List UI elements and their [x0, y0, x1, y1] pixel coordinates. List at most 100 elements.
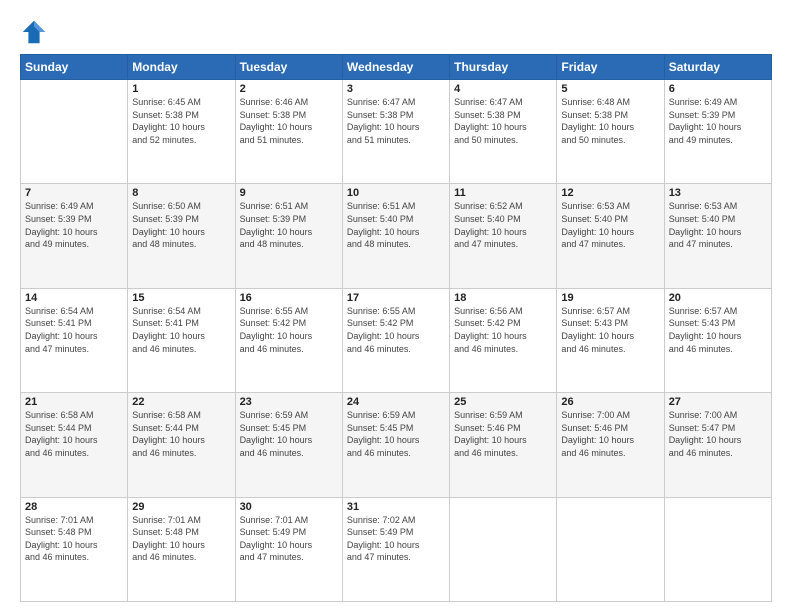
day-number: 13 — [669, 187, 767, 199]
day-info: Sunrise: 6:58 AM Sunset: 5:44 PM Dayligh… — [132, 409, 230, 459]
calendar-cell: 11Sunrise: 6:52 AM Sunset: 5:40 PM Dayli… — [450, 184, 557, 288]
calendar-cell: 7Sunrise: 6:49 AM Sunset: 5:39 PM Daylig… — [21, 184, 128, 288]
day-info: Sunrise: 6:51 AM Sunset: 5:40 PM Dayligh… — [347, 200, 445, 250]
weekday-header-friday: Friday — [557, 55, 664, 80]
calendar-cell: 13Sunrise: 6:53 AM Sunset: 5:40 PM Dayli… — [664, 184, 771, 288]
calendar-cell: 25Sunrise: 6:59 AM Sunset: 5:46 PM Dayli… — [450, 393, 557, 497]
logo-icon — [20, 18, 48, 46]
calendar-cell: 23Sunrise: 6:59 AM Sunset: 5:45 PM Dayli… — [235, 393, 342, 497]
day-info: Sunrise: 6:53 AM Sunset: 5:40 PM Dayligh… — [669, 200, 767, 250]
day-info: Sunrise: 6:59 AM Sunset: 5:45 PM Dayligh… — [240, 409, 338, 459]
calendar-week-3: 21Sunrise: 6:58 AM Sunset: 5:44 PM Dayli… — [21, 393, 772, 497]
day-number: 17 — [347, 292, 445, 304]
calendar-cell: 22Sunrise: 6:58 AM Sunset: 5:44 PM Dayli… — [128, 393, 235, 497]
day-number: 31 — [347, 501, 445, 513]
calendar-cell: 27Sunrise: 7:00 AM Sunset: 5:47 PM Dayli… — [664, 393, 771, 497]
day-number: 6 — [669, 83, 767, 95]
calendar-cell — [450, 497, 557, 601]
calendar-cell: 14Sunrise: 6:54 AM Sunset: 5:41 PM Dayli… — [21, 288, 128, 392]
calendar-cell: 28Sunrise: 7:01 AM Sunset: 5:48 PM Dayli… — [21, 497, 128, 601]
day-info: Sunrise: 6:55 AM Sunset: 5:42 PM Dayligh… — [240, 305, 338, 355]
calendar-cell: 24Sunrise: 6:59 AM Sunset: 5:45 PM Dayli… — [342, 393, 449, 497]
calendar-cell: 29Sunrise: 7:01 AM Sunset: 5:48 PM Dayli… — [128, 497, 235, 601]
day-number: 18 — [454, 292, 552, 304]
day-info: Sunrise: 6:52 AM Sunset: 5:40 PM Dayligh… — [454, 200, 552, 250]
day-number: 22 — [132, 396, 230, 408]
calendar-cell: 3Sunrise: 6:47 AM Sunset: 5:38 PM Daylig… — [342, 80, 449, 184]
day-number: 11 — [454, 187, 552, 199]
day-info: Sunrise: 6:49 AM Sunset: 5:39 PM Dayligh… — [669, 96, 767, 146]
calendar-cell: 16Sunrise: 6:55 AM Sunset: 5:42 PM Dayli… — [235, 288, 342, 392]
calendar-cell: 19Sunrise: 6:57 AM Sunset: 5:43 PM Dayli… — [557, 288, 664, 392]
weekday-header-sunday: Sunday — [21, 55, 128, 80]
day-info: Sunrise: 6:47 AM Sunset: 5:38 PM Dayligh… — [454, 96, 552, 146]
calendar-cell: 20Sunrise: 6:57 AM Sunset: 5:43 PM Dayli… — [664, 288, 771, 392]
weekday-header-monday: Monday — [128, 55, 235, 80]
calendar-cell: 26Sunrise: 7:00 AM Sunset: 5:46 PM Dayli… — [557, 393, 664, 497]
day-info: Sunrise: 6:59 AM Sunset: 5:46 PM Dayligh… — [454, 409, 552, 459]
day-info: Sunrise: 6:57 AM Sunset: 5:43 PM Dayligh… — [669, 305, 767, 355]
calendar-week-2: 14Sunrise: 6:54 AM Sunset: 5:41 PM Dayli… — [21, 288, 772, 392]
day-number: 23 — [240, 396, 338, 408]
day-number: 3 — [347, 83, 445, 95]
day-number: 21 — [25, 396, 123, 408]
day-info: Sunrise: 7:01 AM Sunset: 5:48 PM Dayligh… — [132, 514, 230, 564]
calendar-cell: 18Sunrise: 6:56 AM Sunset: 5:42 PM Dayli… — [450, 288, 557, 392]
day-number: 20 — [669, 292, 767, 304]
weekday-header-tuesday: Tuesday — [235, 55, 342, 80]
page: SundayMondayTuesdayWednesdayThursdayFrid… — [0, 0, 792, 612]
day-number: 10 — [347, 187, 445, 199]
calendar-cell: 4Sunrise: 6:47 AM Sunset: 5:38 PM Daylig… — [450, 80, 557, 184]
weekday-header-wednesday: Wednesday — [342, 55, 449, 80]
calendar-cell: 2Sunrise: 6:46 AM Sunset: 5:38 PM Daylig… — [235, 80, 342, 184]
day-info: Sunrise: 6:55 AM Sunset: 5:42 PM Dayligh… — [347, 305, 445, 355]
day-number: 19 — [561, 292, 659, 304]
day-number: 12 — [561, 187, 659, 199]
calendar-cell: 6Sunrise: 6:49 AM Sunset: 5:39 PM Daylig… — [664, 80, 771, 184]
header — [20, 18, 772, 46]
calendar-table: SundayMondayTuesdayWednesdayThursdayFrid… — [20, 54, 772, 602]
day-info: Sunrise: 7:00 AM Sunset: 5:47 PM Dayligh… — [669, 409, 767, 459]
day-info: Sunrise: 7:01 AM Sunset: 5:49 PM Dayligh… — [240, 514, 338, 564]
calendar-cell: 15Sunrise: 6:54 AM Sunset: 5:41 PM Dayli… — [128, 288, 235, 392]
day-info: Sunrise: 6:46 AM Sunset: 5:38 PM Dayligh… — [240, 96, 338, 146]
day-info: Sunrise: 6:56 AM Sunset: 5:42 PM Dayligh… — [454, 305, 552, 355]
day-number: 2 — [240, 83, 338, 95]
day-info: Sunrise: 6:51 AM Sunset: 5:39 PM Dayligh… — [240, 200, 338, 250]
day-info: Sunrise: 6:58 AM Sunset: 5:44 PM Dayligh… — [25, 409, 123, 459]
day-number: 8 — [132, 187, 230, 199]
calendar-cell — [557, 497, 664, 601]
calendar-cell: 1Sunrise: 6:45 AM Sunset: 5:38 PM Daylig… — [128, 80, 235, 184]
calendar-cell: 8Sunrise: 6:50 AM Sunset: 5:39 PM Daylig… — [128, 184, 235, 288]
calendar-cell — [664, 497, 771, 601]
weekday-header-thursday: Thursday — [450, 55, 557, 80]
calendar-week-1: 7Sunrise: 6:49 AM Sunset: 5:39 PM Daylig… — [21, 184, 772, 288]
day-number: 29 — [132, 501, 230, 513]
calendar-week-4: 28Sunrise: 7:01 AM Sunset: 5:48 PM Dayli… — [21, 497, 772, 601]
day-info: Sunrise: 6:48 AM Sunset: 5:38 PM Dayligh… — [561, 96, 659, 146]
calendar-cell: 17Sunrise: 6:55 AM Sunset: 5:42 PM Dayli… — [342, 288, 449, 392]
day-number: 16 — [240, 292, 338, 304]
day-info: Sunrise: 6:45 AM Sunset: 5:38 PM Dayligh… — [132, 96, 230, 146]
calendar-cell — [21, 80, 128, 184]
calendar-cell: 9Sunrise: 6:51 AM Sunset: 5:39 PM Daylig… — [235, 184, 342, 288]
day-info: Sunrise: 6:54 AM Sunset: 5:41 PM Dayligh… — [25, 305, 123, 355]
day-number: 1 — [132, 83, 230, 95]
day-number: 25 — [454, 396, 552, 408]
day-number: 14 — [25, 292, 123, 304]
day-info: Sunrise: 6:54 AM Sunset: 5:41 PM Dayligh… — [132, 305, 230, 355]
day-number: 9 — [240, 187, 338, 199]
day-info: Sunrise: 7:02 AM Sunset: 5:49 PM Dayligh… — [347, 514, 445, 564]
day-number: 24 — [347, 396, 445, 408]
calendar-cell: 10Sunrise: 6:51 AM Sunset: 5:40 PM Dayli… — [342, 184, 449, 288]
day-number: 4 — [454, 83, 552, 95]
day-info: Sunrise: 7:00 AM Sunset: 5:46 PM Dayligh… — [561, 409, 659, 459]
day-number: 27 — [669, 396, 767, 408]
calendar-header-row: SundayMondayTuesdayWednesdayThursdayFrid… — [21, 55, 772, 80]
day-info: Sunrise: 6:59 AM Sunset: 5:45 PM Dayligh… — [347, 409, 445, 459]
day-info: Sunrise: 6:50 AM Sunset: 5:39 PM Dayligh… — [132, 200, 230, 250]
day-number: 26 — [561, 396, 659, 408]
day-info: Sunrise: 6:57 AM Sunset: 5:43 PM Dayligh… — [561, 305, 659, 355]
day-info: Sunrise: 7:01 AM Sunset: 5:48 PM Dayligh… — [25, 514, 123, 564]
day-number: 28 — [25, 501, 123, 513]
